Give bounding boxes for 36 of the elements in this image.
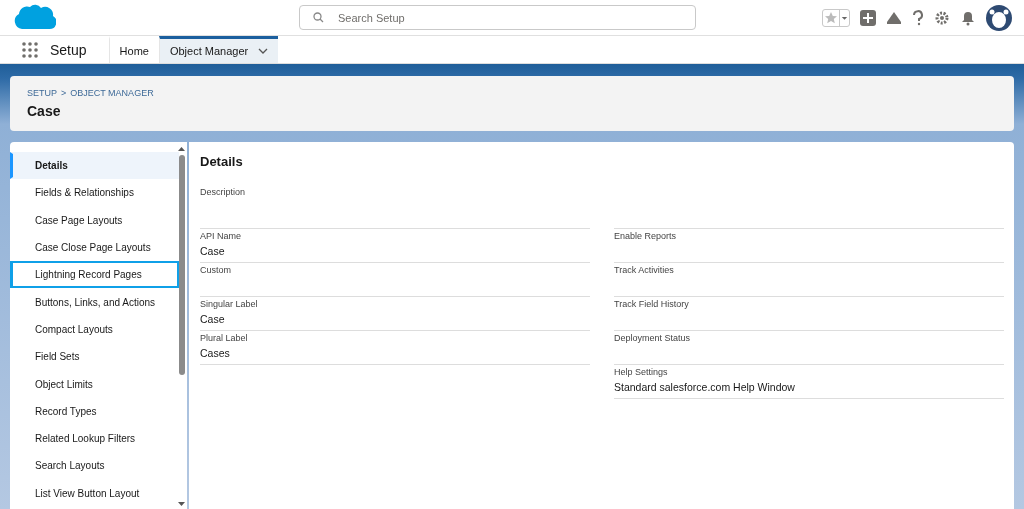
chevron-icon	[258, 48, 269, 54]
breadcrumb-link[interactable]: OBJECT MANAGER	[70, 88, 154, 98]
app-launcher-icon[interactable]	[22, 42, 38, 58]
field-value: Case	[200, 313, 226, 325]
field-label: API Name	[200, 231, 242, 241]
app-name: Setup	[49, 40, 88, 60]
sidebar-item[interactable]: Lightning Record Pages	[10, 261, 179, 289]
caret-icon	[839, 9, 849, 26]
field-value: Standard salesforce.com Help Window	[614, 381, 796, 393]
field-label: Singular Label	[200, 299, 259, 309]
scroll-up-icon[interactable]	[178, 146, 185, 151]
sidebar-item[interactable]: Details	[10, 152, 179, 180]
help-icon[interactable]	[912, 9, 924, 26]
scrollbar[interactable]	[178, 146, 185, 507]
bell-icon[interactable]	[960, 9, 976, 26]
search-field[interactable]: Search Setup	[299, 5, 696, 30]
section-title: Details	[200, 154, 244, 169]
breadcrumb-separator: >	[61, 88, 67, 98]
field-label: Track Field History	[614, 299, 690, 309]
field-label: Description	[200, 187, 247, 197]
field-label: Custom	[200, 265, 232, 275]
scroll-down-icon[interactable]	[178, 502, 185, 507]
avatar[interactable]	[986, 4, 1012, 31]
field-label: Plural Label	[200, 333, 249, 343]
add-icon[interactable]	[860, 9, 876, 26]
field-label: Enable Reports	[614, 231, 678, 241]
page-title: Case	[27, 103, 62, 119]
settings-icon[interactable]	[934, 9, 950, 26]
field-label: Help Settings	[614, 367, 669, 377]
field-label: Track Activities	[614, 265, 675, 275]
breadcrumb-link[interactable]: SETUP	[27, 88, 57, 98]
nav-tab[interactable]: Object Manager	[158, 36, 279, 63]
field-value: Cases	[200, 347, 231, 359]
search-icon	[313, 12, 324, 23]
field-value: Case	[200, 245, 226, 257]
field-label: Deployment Status	[614, 333, 692, 343]
